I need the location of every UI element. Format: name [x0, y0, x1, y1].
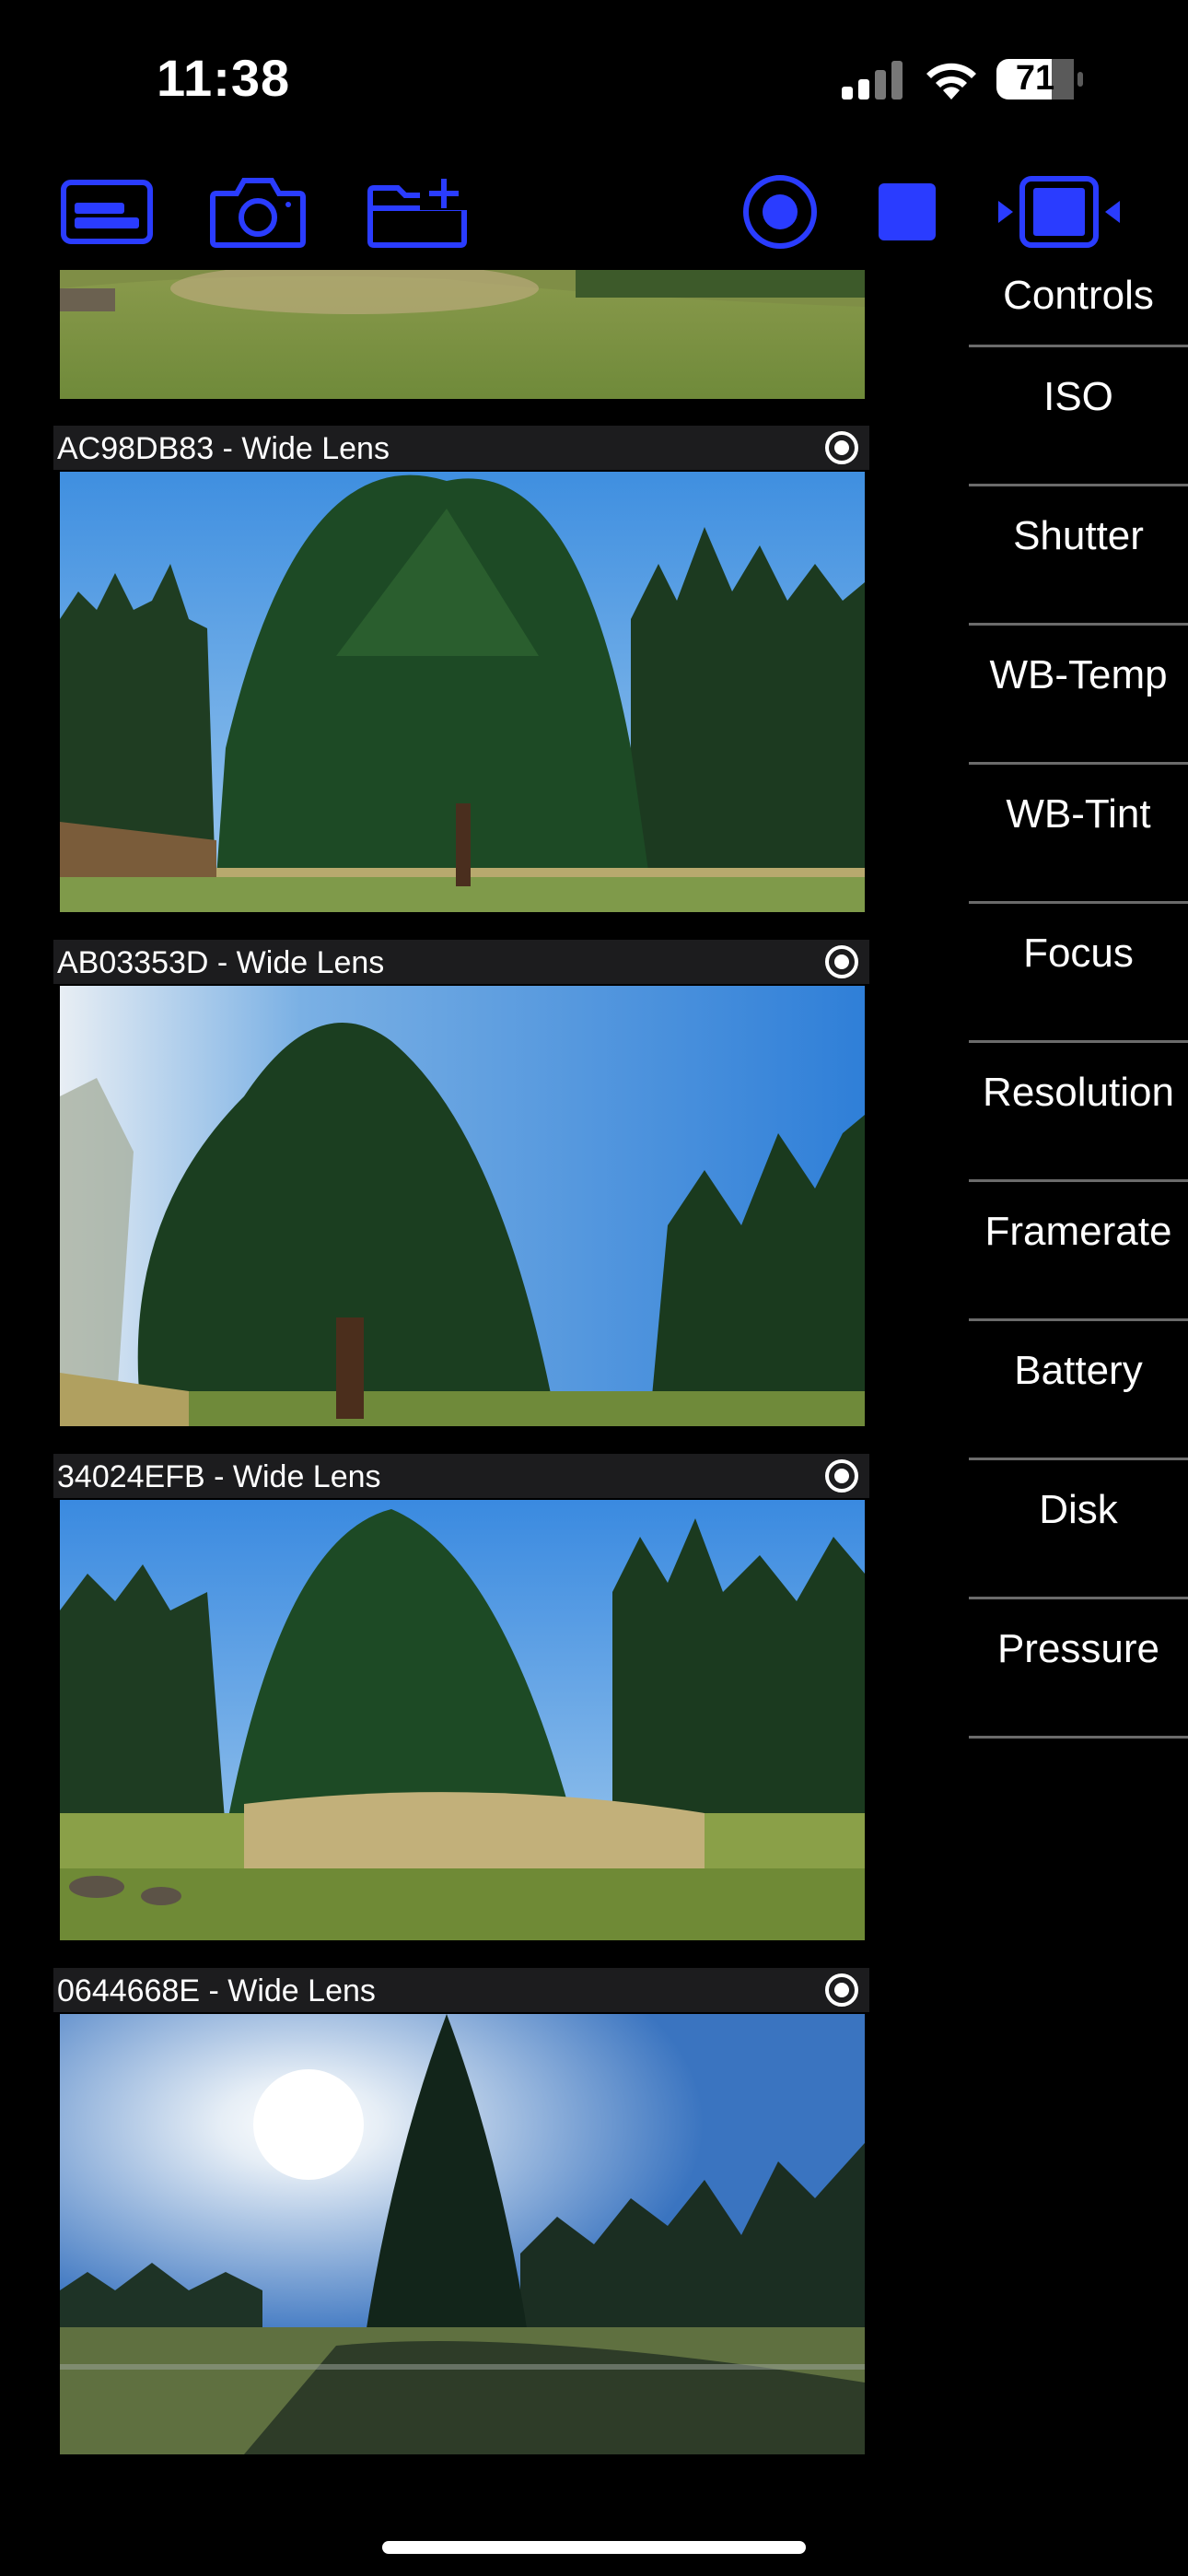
camera-label: AC98DB83 - Wide Lens — [57, 431, 390, 466]
camera-preview-partial[interactable] — [60, 270, 865, 399]
camera-button[interactable] — [203, 166, 313, 258]
camera-preview-image[interactable] — [60, 2014, 865, 2454]
radio-button-icon[interactable] — [823, 1972, 860, 2008]
camera-preview-image[interactable] — [60, 1500, 865, 1940]
divider — [969, 1040, 1188, 1043]
radio-button-icon[interactable] — [823, 943, 860, 980]
record-icon — [743, 175, 817, 249]
control-wb-temp[interactable]: WB-Temp — [969, 652, 1188, 698]
divider — [969, 1736, 1188, 1739]
radio-button-icon[interactable] — [823, 1458, 860, 1494]
divider — [969, 484, 1188, 486]
camera-label: 0644668E - Wide Lens — [57, 1973, 376, 2008]
divider — [969, 1179, 1188, 1182]
stop-icon — [879, 183, 936, 240]
stop-button[interactable] — [852, 166, 962, 258]
camera-header[interactable]: 0644668E - Wide Lens — [53, 1968, 869, 2012]
control-iso[interactable]: ISO — [969, 374, 1188, 420]
camera-header[interactable]: 34024EFB - Wide Lens — [53, 1454, 869, 1498]
camera-label: 34024EFB - Wide Lens — [57, 1459, 381, 1494]
controls-header: Controls — [1003, 273, 1154, 318]
folder-add-button[interactable] — [359, 166, 479, 258]
card-reader-icon — [61, 180, 153, 244]
battery-level: 71 — [1015, 59, 1055, 98]
divider — [969, 1597, 1188, 1599]
radio-button-icon[interactable] — [823, 429, 860, 466]
control-resolution[interactable]: Resolution — [969, 1070, 1188, 1116]
device-video-button[interactable] — [995, 166, 1124, 258]
control-pressure[interactable]: Pressure — [969, 1626, 1188, 1672]
camera-header[interactable]: AC98DB83 - Wide Lens — [53, 426, 869, 470]
divider — [969, 1458, 1188, 1460]
control-disk[interactable]: Disk — [969, 1487, 1188, 1533]
folder-add-icon — [367, 177, 468, 248]
card-reader-button[interactable] — [52, 166, 162, 258]
divider — [969, 345, 1188, 347]
home-indicator[interactable] — [382, 2541, 806, 2554]
control-shutter[interactable]: Shutter — [969, 513, 1188, 559]
camera-header[interactable]: AB03353D - Wide Lens — [53, 940, 869, 984]
device-video-icon — [998, 176, 1120, 248]
camera-preview-image[interactable] — [60, 472, 865, 912]
control-wb-tint[interactable]: WB-Tint — [969, 791, 1188, 837]
record-button[interactable] — [725, 166, 835, 258]
divider — [969, 901, 1188, 904]
divider — [969, 762, 1188, 765]
divider — [969, 1318, 1188, 1321]
cellular-signal-icon — [840, 61, 906, 100]
control-framerate[interactable]: Framerate — [969, 1209, 1188, 1255]
wifi-icon — [921, 57, 982, 101]
camera-preview-image[interactable] — [60, 986, 865, 1426]
camera-icon — [210, 178, 306, 248]
camera-label: AB03353D - Wide Lens — [57, 945, 385, 980]
status-time: 11:38 — [157, 49, 291, 107]
control-focus[interactable]: Focus — [969, 931, 1188, 977]
control-battery[interactable]: Battery — [969, 1348, 1188, 1394]
divider — [969, 623, 1188, 626]
